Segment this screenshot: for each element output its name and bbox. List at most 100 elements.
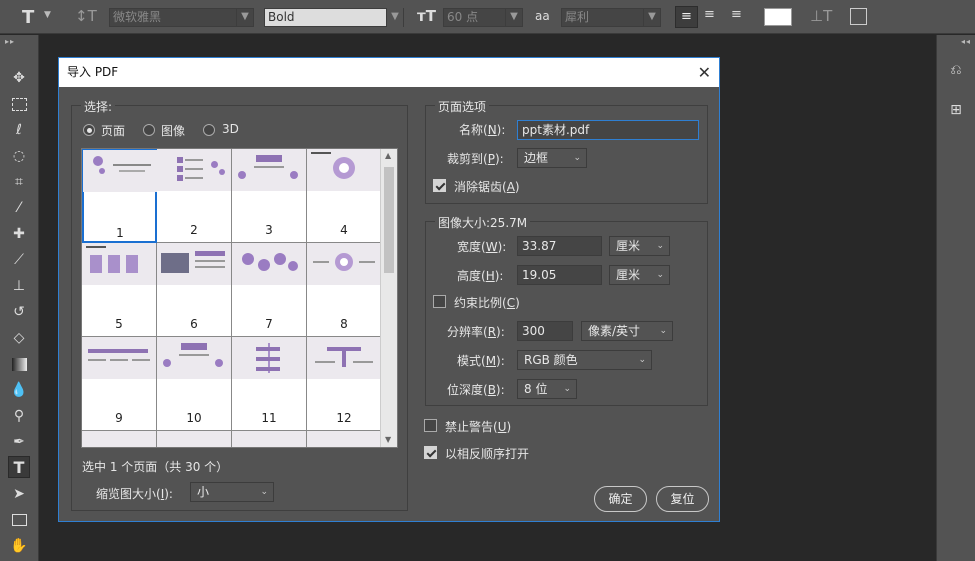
page-thumbnail[interactable]: 12 [307, 337, 382, 431]
chevron-down-icon: ⌄ [659, 326, 667, 336]
page-number: 11 [261, 411, 277, 425]
page-thumbnail[interactable]: 3 [232, 149, 307, 243]
font-size-select[interactable]: 60 点 ▼ [443, 8, 523, 27]
crop-tool-icon[interactable]: ⌗ [8, 171, 30, 193]
reset-button[interactable]: 复位 [656, 486, 709, 512]
thumbnail-scrollbar[interactable]: ▲ ▼ [380, 149, 397, 447]
move-tool-icon[interactable]: ✥ [8, 67, 30, 89]
slide-preview [307, 243, 381, 285]
page-thumbnail[interactable]: 1 [82, 149, 157, 243]
type-tool-preset-icon[interactable]: T [22, 7, 34, 28]
page-number: 2 [190, 223, 198, 237]
eraser-tool-icon[interactable]: ◇ [8, 327, 30, 349]
quick-selection-tool-icon[interactable]: ◌ [8, 145, 30, 167]
history-brush-tool-icon[interactable]: ↺ [8, 301, 30, 323]
page-thumbnail[interactable]: 4 [307, 149, 382, 243]
clone-stamp-tool-icon[interactable]: ⊥ [8, 275, 30, 297]
warp-text-icon[interactable]: ⊥T [810, 7, 832, 25]
rectangle-tool-icon[interactable] [8, 509, 30, 531]
align-right-icon[interactable]: ≡ [731, 7, 742, 22]
page-thumbnail[interactable]: 8 [307, 243, 382, 337]
page-thumbnail[interactable]: 11 [232, 337, 307, 431]
mode-select[interactable]: RGB 颜色 ⌄ [517, 350, 652, 370]
radio-page-label[interactable]: 页面 [101, 122, 125, 139]
eyedropper-tool-icon[interactable]: ⁄ [8, 197, 30, 219]
collapse-arrows-icon[interactable]: ▸▸ [5, 37, 15, 46]
scroll-up-icon[interactable]: ▲ [385, 151, 391, 160]
marquee-tool-icon[interactable] [8, 93, 30, 115]
page-thumbnail[interactable]: 2 [157, 149, 232, 243]
antialias-label[interactable]: 消除锯齿(A) [454, 178, 520, 195]
brush-tool-icon[interactable]: ⟋ [8, 249, 30, 271]
font-family-select[interactable]: 微软雅黑 ▼ [109, 8, 254, 27]
name-field[interactable]: ppt素材.pdf [517, 120, 699, 140]
page-thumbnail[interactable]: 9 [82, 337, 157, 431]
radio-image-label[interactable]: 图像 [161, 122, 185, 139]
resolution-unit-select[interactable]: 像素/英寸 ⌄ [581, 321, 673, 341]
ok-button[interactable]: 确定 [594, 486, 647, 512]
suppress-warnings-label[interactable]: 禁止警告(U) [445, 418, 511, 435]
healing-brush-tool-icon[interactable]: ✚ [8, 223, 30, 245]
width-unit-select[interactable]: 厘米 ⌄ [609, 236, 670, 256]
scroll-down-icon[interactable]: ▼ [385, 435, 391, 444]
close-icon[interactable]: ✕ [698, 58, 711, 87]
toggle-orientation-icon[interactable]: ↕T [75, 7, 97, 25]
chevron-down-icon: ⌄ [656, 270, 664, 280]
page-thumbnail[interactable] [307, 431, 382, 447]
page-options-group: 页面选项 名称(N): ppt素材.pdf 裁剪到(P): 边框 ⌄ 消除锯齿(A… [425, 98, 708, 204]
page-thumbnail[interactable] [232, 431, 307, 447]
radio-3d[interactable] [203, 124, 215, 136]
page-thumbnail[interactable] [82, 431, 157, 447]
antialias-select[interactable]: 犀利 ▼ [561, 8, 661, 27]
properties-panel-icon[interactable]: ⊞ [945, 99, 967, 121]
lasso-tool-icon[interactable]: ℓ [8, 119, 30, 141]
reverse-order-checkbox[interactable] [424, 446, 437, 459]
type-tool-icon[interactable]: T [8, 456, 30, 478]
chevron-down-icon: ▼ [386, 8, 403, 27]
font-style-select[interactable]: Bold ▼ [264, 8, 404, 27]
constrain-checkbox[interactable] [433, 295, 446, 308]
history-panel-icon[interactable]: ⎌ [945, 59, 967, 81]
align-center-icon[interactable]: ≡ [704, 7, 715, 22]
character-panel-icon[interactable] [850, 8, 867, 25]
page-thumbnail[interactable]: 10 [157, 337, 232, 431]
width-field[interactable]: 33.87 [517, 236, 602, 256]
chevron-down-icon[interactable]: ▼ [44, 10, 51, 20]
antialias-checkbox[interactable] [433, 179, 446, 192]
selection-status: 选中 1 个页面（共 30 个） [82, 460, 229, 474]
crop-select[interactable]: 边框 ⌄ [517, 148, 587, 168]
height-field[interactable]: 19.05 [517, 265, 602, 285]
text-color-swatch[interactable] [764, 8, 792, 26]
constrain-label[interactable]: 约束比例(C) [454, 294, 520, 311]
panel-dock: ◂◂ ⎌ ⊞ [936, 35, 975, 561]
path-selection-tool-icon[interactable]: ➤ [8, 483, 30, 505]
thumb-size-select[interactable]: 小 ⌄ [190, 482, 274, 502]
resolution-field[interactable]: 300 [517, 321, 573, 341]
page-number: 10 [186, 411, 202, 425]
page-thumbnail[interactable]: 7 [232, 243, 307, 337]
thumb-size-value: 小 [197, 485, 210, 499]
page-thumbnail[interactable]: 5 [82, 243, 157, 337]
page-thumbnail[interactable] [157, 431, 232, 447]
radio-page[interactable] [83, 124, 95, 136]
chevron-down-icon: ▼ [236, 8, 253, 27]
radio-3d-label[interactable]: 3D [222, 122, 239, 136]
pen-tool-icon[interactable]: ✒ [8, 431, 30, 453]
align-left-icon[interactable]: ≡ [675, 6, 698, 28]
hand-tool-icon[interactable]: ✋ [8, 535, 30, 557]
reverse-order-label[interactable]: 以相反顺序打开 [445, 445, 529, 462]
blur-tool-icon[interactable]: 💧 [8, 379, 30, 401]
collapse-arrows-icon[interactable]: ◂◂ [961, 37, 971, 46]
thumbnail-grid[interactable]: 1 2 3 4 5 6 7 8 9 10 11 12 ▲ ▼ [81, 148, 398, 448]
depth-select[interactable]: 8 位 ⌄ [517, 379, 577, 399]
radio-image[interactable] [143, 124, 155, 136]
dodge-tool-icon[interactable]: ⚲ [8, 405, 30, 427]
height-unit-value: 厘米 [616, 268, 641, 282]
height-unit-select[interactable]: 厘米 ⌄ [609, 265, 670, 285]
scrollbar-thumb[interactable] [384, 167, 394, 273]
page-thumbnail[interactable]: 6 [157, 243, 232, 337]
dialog-titlebar[interactable]: 导入 PDF ✕ [59, 58, 719, 87]
suppress-warnings-checkbox[interactable] [424, 419, 437, 432]
slide-preview [232, 243, 306, 285]
gradient-tool-icon[interactable] [8, 353, 30, 375]
